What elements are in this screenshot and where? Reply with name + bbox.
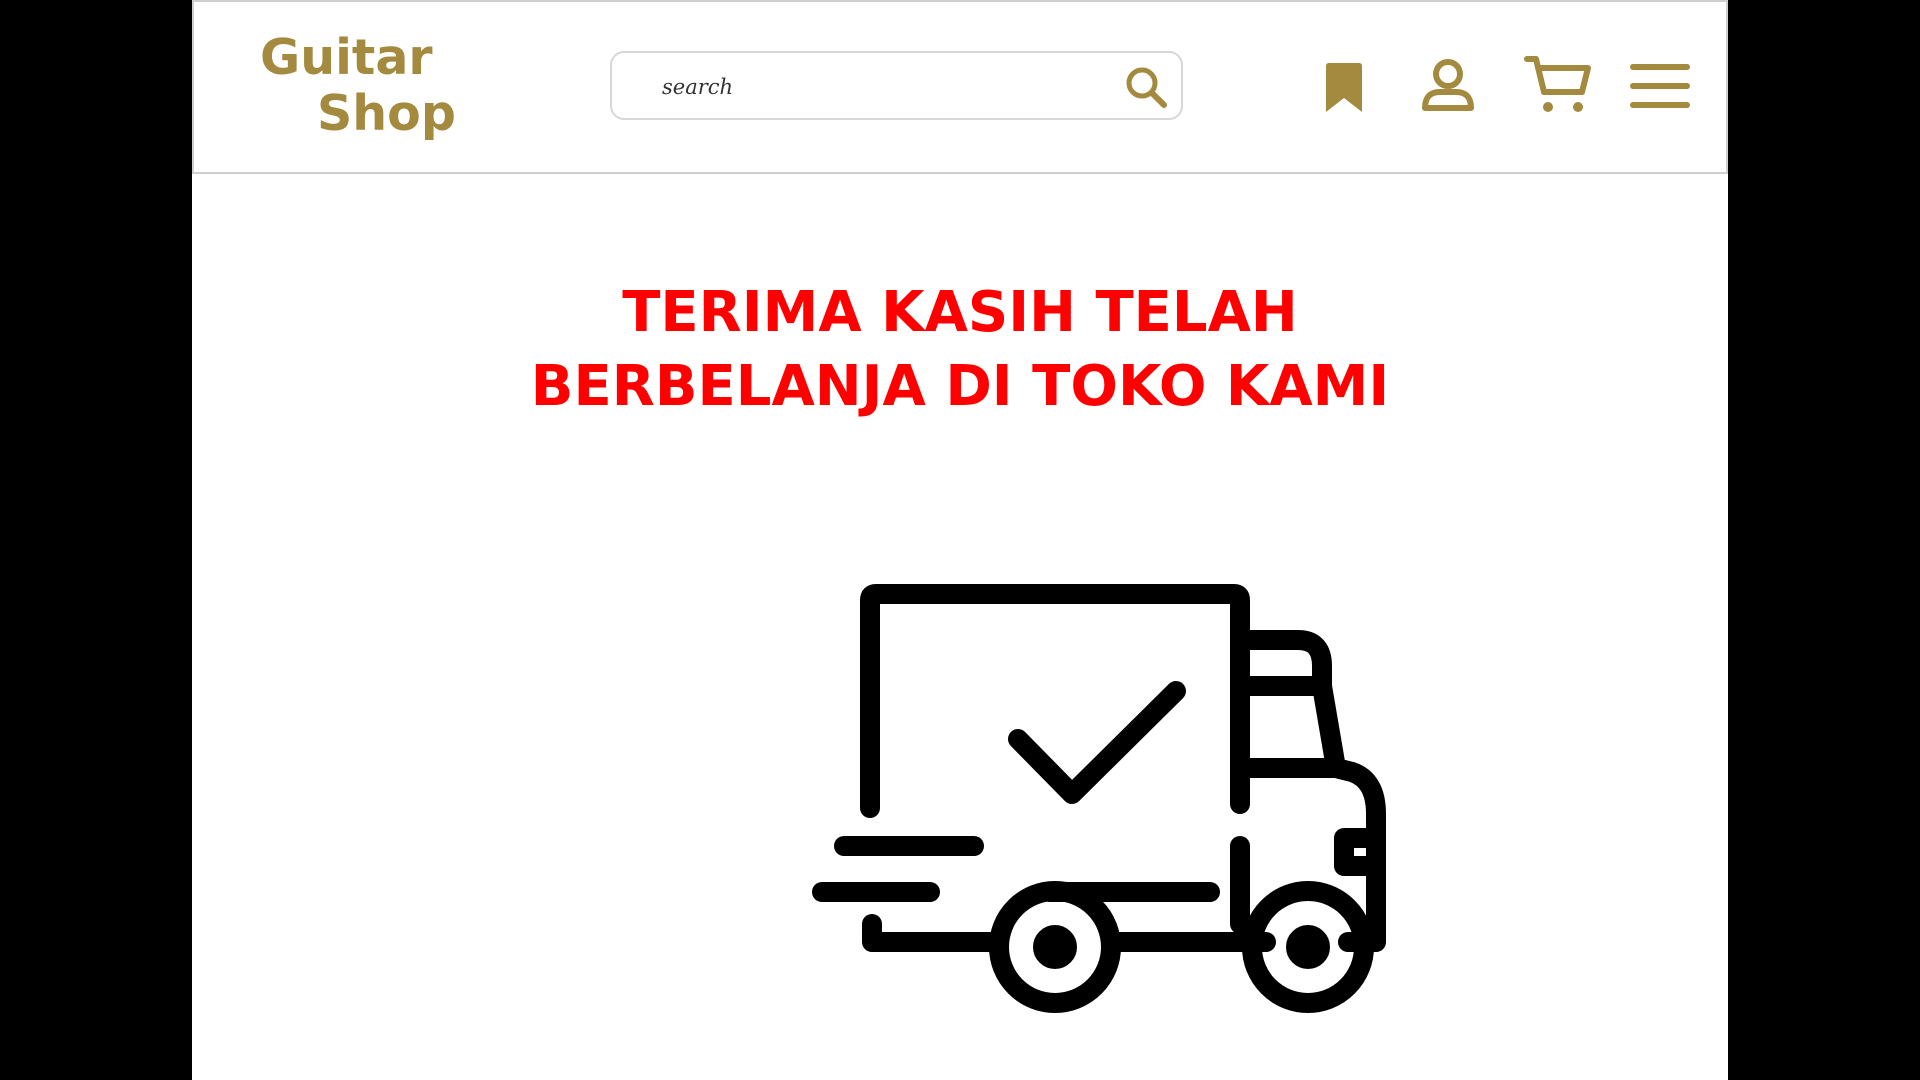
- search-icon[interactable]: [1122, 63, 1170, 111]
- thank-you-message: TERIMA KASIH TELAH BERBELANJA DI TOKO KA…: [192, 276, 1728, 424]
- delivery-truck-checkmark-icon: [810, 584, 1490, 1024]
- logo-line-2: Shop: [317, 85, 456, 142]
- cart-icon[interactable]: [1524, 54, 1592, 116]
- page: Guitar Shop search TERIMA KASIH TELAH BE…: [192, 0, 1728, 1080]
- thank-you-line-2: BERBELANJA DI TOKO KAMI: [530, 353, 1390, 419]
- thank-you-line-1: TERIMA KASIH TELAH: [622, 279, 1298, 345]
- bookmark-icon[interactable]: [1324, 62, 1364, 114]
- user-icon[interactable]: [1420, 58, 1476, 114]
- search-input[interactable]: [660, 69, 1104, 105]
- search-bar: [610, 51, 1183, 120]
- menu-icon[interactable]: [1628, 62, 1692, 110]
- site-logo[interactable]: Guitar Shop: [260, 30, 456, 142]
- site-header: Guitar Shop: [192, 0, 1728, 174]
- logo-line-1: Guitar: [260, 29, 433, 86]
